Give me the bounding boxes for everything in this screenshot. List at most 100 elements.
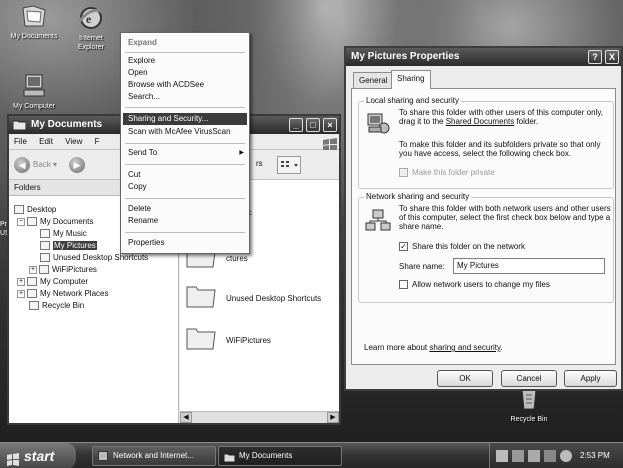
tree-item-my-music[interactable]: My Music	[40, 228, 87, 239]
start-label: start	[24, 448, 55, 464]
desktop-icon-label: Internet Explorer	[77, 35, 105, 51]
local-sharing-icon	[367, 113, 390, 134]
views-icon	[281, 161, 298, 167]
desktop-icon-internet-explorer[interactable]: e Internet Explorer	[66, 4, 116, 52]
folder-icon	[40, 253, 50, 263]
tree-item-my-pictures[interactable]: My Pictures	[40, 240, 97, 251]
menu-file[interactable]: File	[9, 134, 32, 149]
folder-icon	[186, 328, 216, 350]
tab-sharing[interactable]: Sharing	[391, 70, 431, 89]
help-button[interactable]: ?	[588, 50, 602, 64]
menu-item-properties[interactable]: Properties	[123, 237, 247, 249]
close-button[interactable]: ×	[323, 118, 337, 132]
menu-separator	[125, 52, 245, 53]
allow-change-checkbox[interactable]: Allow network users to change my files	[399, 280, 550, 290]
submenu-arrow-icon: ▶	[239, 150, 244, 156]
menu-separator	[125, 198, 245, 199]
expand-icon[interactable]: +	[17, 289, 25, 298]
forward-button[interactable]: ▶	[69, 156, 88, 174]
views-partial-label: rs	[256, 159, 263, 168]
local-sharing-text: To share this folder with other users of…	[399, 108, 603, 126]
menu-item-scan-mcafee[interactable]: Scan with McAfee VirusScan	[123, 126, 247, 138]
close-button[interactable]: X	[605, 50, 619, 64]
tree-item-my-documents[interactable]: − My Documents	[17, 216, 93, 227]
start-button[interactable]: start	[0, 443, 76, 468]
menu-item-cut[interactable]: Cut	[123, 169, 247, 181]
folder-icon	[186, 286, 216, 308]
menu-separator	[125, 107, 245, 108]
learn-more-text: Learn more about sharing and security.	[364, 343, 503, 352]
desktop-icon-my-computer[interactable]: My Computer	[2, 72, 66, 111]
ok-button[interactable]: OK	[437, 370, 493, 387]
maximize-button[interactable]: □	[306, 118, 320, 132]
views-button[interactable]	[277, 156, 301, 174]
network-sharing-title: Network sharing and security	[364, 192, 472, 201]
updates-tray-icon[interactable]	[544, 450, 556, 462]
scroll-left-icon[interactable]: ◀	[180, 412, 192, 423]
control-panel-icon	[98, 451, 108, 461]
tab-general[interactable]: General	[353, 72, 394, 88]
back-label: Back	[33, 160, 51, 169]
music-folder-icon	[40, 229, 50, 239]
make-private-checkbox[interactable]: Make this folder private	[399, 168, 495, 178]
collapse-icon[interactable]: −	[17, 217, 25, 226]
network-tray-icon[interactable]	[496, 450, 508, 462]
tree-item-my-computer[interactable]: + My Computer	[17, 276, 88, 287]
menu-item-explore[interactable]: Explore	[123, 55, 247, 67]
menu-item-search[interactable]: Search...	[123, 91, 247, 103]
menu-favorites[interactable]: F	[90, 134, 105, 149]
security-tray-icon[interactable]	[528, 450, 540, 462]
my-documents-icon	[22, 5, 46, 27]
horizontal-scrollbar[interactable]: ◀ ▶	[180, 411, 339, 423]
menu-item-delete[interactable]: Delete	[123, 203, 247, 215]
menu-edit[interactable]: Edit	[34, 134, 58, 149]
expand-icon[interactable]: +	[29, 265, 37, 274]
recycle-bin-icon	[29, 301, 39, 311]
menu-item-expand[interactable]: Expand	[123, 37, 247, 49]
private-instructions-text: To make this folder and its subfolders p…	[399, 140, 601, 158]
tree-item-wifipictures[interactable]: + WiFiPictures	[29, 264, 97, 275]
content-folder[interactable]: Unused Desktop Shortcuts	[186, 284, 336, 312]
my-computer-icon	[23, 74, 45, 97]
content-folder[interactable]: WiFiPictures	[186, 326, 336, 354]
sharing-security-link[interactable]: sharing and security	[429, 343, 500, 352]
share-name-input[interactable]: My Pictures	[453, 258, 605, 274]
volume-tray-icon[interactable]	[560, 450, 572, 462]
desktop-icon-my-documents[interactable]: My Documents	[2, 2, 66, 41]
desktop-icon-label: Recycle Bin	[510, 416, 548, 423]
context-menu: Expand Explore Open Browse with ACDSee S…	[120, 32, 250, 254]
taskbar: start Network and Internet... My Documen…	[0, 442, 623, 468]
menu-item-rename[interactable]: Rename	[123, 215, 247, 227]
expand-icon[interactable]: +	[17, 277, 25, 286]
desktop: My Documents e Internet Explorer My Comp…	[0, 0, 623, 442]
menu-item-send-to[interactable]: Send To ▶	[123, 147, 247, 159]
shared-documents-link[interactable]: Shared Documents	[446, 117, 514, 126]
signal-tray-icon[interactable]	[512, 450, 524, 462]
menu-view[interactable]: View	[60, 134, 87, 149]
menu-item-copy[interactable]: Copy	[123, 181, 247, 193]
menu-item-browse-acdsee[interactable]: Browse with ACDSee	[123, 79, 247, 91]
menu-item-open[interactable]: Open	[123, 67, 247, 79]
tree-item-my-network-places[interactable]: + My Network Places	[17, 288, 108, 299]
windows-logo-icon	[6, 449, 20, 466]
network-sharing-icon	[365, 209, 391, 231]
share-on-network-checkbox[interactable]: ✓ Share this folder on the network	[399, 242, 525, 252]
apply-button[interactable]: Apply	[564, 370, 617, 387]
cancel-button[interactable]: Cancel	[501, 370, 557, 387]
tree-item-desktop[interactable]: Desktop	[14, 204, 56, 215]
checkbox-checked-icon: ✓	[399, 242, 408, 252]
properties-titlebar[interactable]: My Pictures Properties ? X	[346, 48, 621, 66]
scroll-right-icon[interactable]: ▶	[327, 412, 339, 423]
clock[interactable]: 2:53 PM	[580, 451, 610, 460]
desktop-icon	[14, 205, 24, 215]
desktop-icon-label: My Computer	[12, 103, 55, 110]
back-button[interactable]: ◀ Back ▾	[14, 156, 57, 174]
forward-arrow-icon: ▶	[69, 156, 85, 173]
tree-item-recycle-bin[interactable]: Recycle Bin	[29, 300, 84, 311]
send-to-label: Send To	[128, 148, 158, 157]
folder-icon	[27, 217, 37, 227]
task-network-internet[interactable]: Network and Internet...	[92, 446, 216, 466]
minimize-button[interactable]: _	[289, 118, 303, 132]
task-my-documents[interactable]: My Documents	[218, 446, 342, 466]
menu-item-sharing-security[interactable]: Sharing and Security...	[123, 113, 247, 125]
